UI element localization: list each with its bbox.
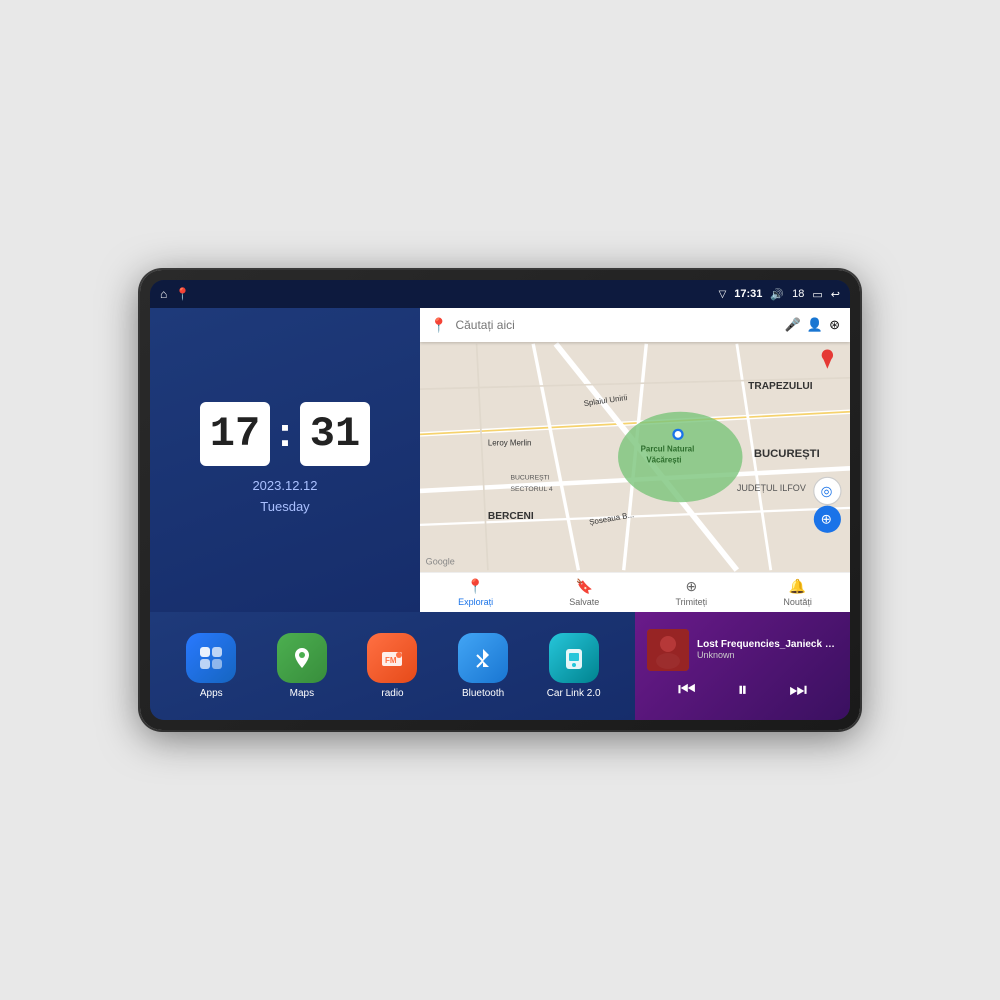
car-device: ⌂ 📍 ▽ 17:31 🔊 18 ▭ ↩ 17 : [140, 270, 860, 730]
maps-icon [277, 633, 327, 683]
music-artist: Unknown [697, 650, 838, 660]
map-nav-saved[interactable]: 🔖 Salvate [569, 578, 599, 607]
clock-panel: 17 : 31 2023.12.12 Tuesday [150, 308, 420, 612]
bluetooth-label: Bluetooth [462, 688, 504, 699]
maps-label: Maps [290, 688, 314, 699]
next-button[interactable]: ⏭ [781, 677, 815, 704]
svg-text:Parcul Natural: Parcul Natural [641, 444, 695, 453]
apps-icon [186, 633, 236, 683]
music-info: Lost Frequencies_Janieck Devy-... Unknow… [647, 629, 838, 671]
main-area: 17 : 31 2023.12.12 Tuesday 📍 [150, 308, 850, 720]
clock-display: 17 : 31 [200, 402, 370, 466]
play-pause-button[interactable]: ⏸ [729, 677, 755, 704]
device-screen: ⌂ 📍 ▽ 17:31 🔊 18 ▭ ↩ 17 : [150, 280, 850, 720]
music-controls: ⏮ ⏸ ⏭ [647, 677, 838, 704]
layers-icon[interactable]: ⊛ [829, 317, 840, 333]
music-text: Lost Frequencies_Janieck Devy-... Unknow… [697, 639, 838, 660]
svg-text:FM: FM [385, 656, 397, 665]
music-player: Lost Frequencies_Janieck Devy-... Unknow… [635, 612, 850, 720]
map-bottom-nav: 📍 Explorați 🔖 Salvate ⊕ Trimiteți 🔔 [420, 572, 850, 612]
radio-label: radio [381, 688, 403, 699]
album-art [647, 629, 689, 671]
map-nav-explore[interactable]: 📍 Explorați [458, 578, 493, 607]
explore-icon: 📍 [467, 578, 484, 595]
prev-button[interactable]: ⏮ [670, 677, 704, 704]
app-icon-maps[interactable]: Maps [272, 633, 332, 699]
app-icon-carlink[interactable]: Car Link 2.0 [544, 633, 604, 699]
share-icon: ⊕ [685, 578, 697, 595]
svg-text:◎: ◎ [821, 483, 833, 498]
svg-text:BUCUREȘTI: BUCUREȘTI [754, 448, 820, 460]
apps-label: Apps [200, 688, 223, 699]
map-search-bar: 📍 🎤 👤 ⊛ [420, 308, 850, 342]
bottom-section: Apps Maps [150, 612, 850, 720]
app-icon-bluetooth[interactable]: Bluetooth [453, 633, 513, 699]
news-icon: 🔔 [789, 578, 806, 595]
clock-hour: 17 [200, 402, 270, 466]
carlink-icon [549, 633, 599, 683]
top-section: 17 : 31 2023.12.12 Tuesday 📍 [150, 308, 850, 612]
clock-minute: 31 [300, 402, 370, 466]
status-bar: ⌂ 📍 ▽ 17:31 🔊 18 ▭ ↩ [150, 280, 850, 308]
svg-text:BUCUREȘTI: BUCUREȘTI [511, 475, 550, 482]
svg-text:JUDEȚUL ILFOV: JUDEȚUL ILFOV [737, 483, 806, 493]
map-nav-share[interactable]: ⊕ Trimiteți [676, 578, 708, 607]
status-time: 17:31 [734, 288, 762, 300]
google-maps-logo-icon: 📍 [430, 317, 447, 334]
svg-text:Leroy Merlin: Leroy Merlin [488, 439, 531, 448]
svg-text:⊕: ⊕ [821, 512, 832, 527]
clock-colon: : [278, 408, 292, 456]
map-search-input[interactable] [455, 318, 776, 332]
account-icon[interactable]: 👤 [807, 317, 823, 333]
map-panel: 📍 🎤 👤 ⊛ [420, 308, 850, 612]
carlink-label: Car Link 2.0 [547, 688, 601, 699]
svg-text:Văcărești: Văcărești [646, 456, 681, 465]
status-bar-right: ▽ 17:31 🔊 18 ▭ ↩ [719, 288, 840, 301]
clock-date: 2023.12.12 Tuesday [252, 476, 317, 518]
volume-icon: 🔊 [770, 288, 784, 301]
saved-icon: 🔖 [576, 578, 593, 595]
battery-level: 18 [792, 288, 804, 300]
svg-text:Google: Google [426, 557, 455, 567]
home-icon[interactable]: ⌂ [160, 287, 167, 301]
svg-text:TRAPEZULUI: TRAPEZULUI [748, 381, 813, 392]
battery-icon: ▭ [812, 288, 822, 301]
back-icon[interactable]: ↩ [831, 288, 840, 301]
apps-area: Apps Maps [150, 612, 635, 720]
map-nav-news[interactable]: 🔔 Noutăți [783, 578, 812, 607]
map-search-icons: 🎤 👤 ⊛ [785, 317, 840, 333]
maps-shortcut-icon[interactable]: 📍 [175, 287, 190, 301]
svg-text:BERCENI: BERCENI [488, 511, 534, 522]
radio-icon: FM [367, 633, 417, 683]
music-title: Lost Frequencies_Janieck Devy-... [697, 639, 838, 650]
svg-text:SECTORUL 4: SECTORUL 4 [511, 486, 553, 493]
app-icon-apps[interactable]: Apps [181, 633, 241, 699]
mic-icon[interactable]: 🎤 [785, 317, 801, 333]
signal-icon: ▽ [719, 289, 727, 300]
map-body[interactable]: Parcul Natural Văcărești TRAPEZULUI BUCU… [420, 342, 850, 572]
bluetooth-icon [458, 633, 508, 683]
status-bar-left: ⌂ 📍 [160, 287, 190, 301]
app-icon-radio[interactable]: FM radio [362, 633, 422, 699]
